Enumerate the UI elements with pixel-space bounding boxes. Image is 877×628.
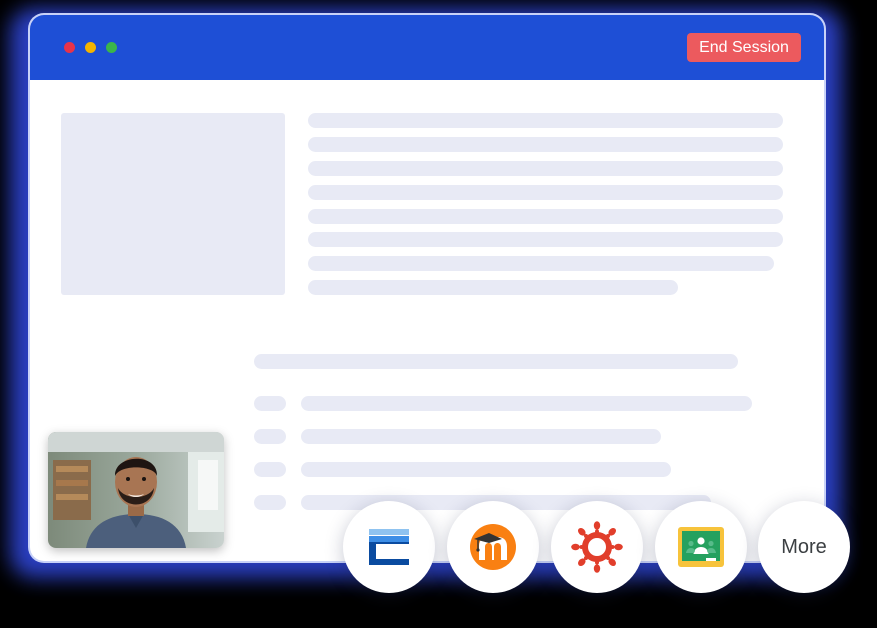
participant-video-tile[interactable] [48, 432, 224, 548]
minimize-dot[interactable] [85, 42, 96, 53]
image-placeholder [61, 113, 285, 295]
text-line-placeholder [308, 185, 783, 200]
close-dot[interactable] [64, 42, 75, 53]
end-session-button[interactable]: End Session [687, 33, 801, 62]
text-line-placeholder [308, 137, 783, 152]
moodle-icon [470, 524, 516, 570]
list-bullet-placeholder [254, 462, 286, 477]
text-line-placeholder [308, 161, 783, 176]
list-bullet-placeholder [254, 495, 286, 510]
canvas-icon [571, 521, 623, 573]
text-line-placeholder [308, 209, 783, 224]
section-heading-placeholder [254, 354, 738, 369]
list-bullet-placeholder [254, 396, 286, 411]
blackboard-integration-button[interactable] [343, 501, 435, 593]
list-line-placeholder [301, 462, 671, 477]
text-line-placeholder [308, 113, 783, 128]
more-integrations-button[interactable]: More [758, 501, 850, 593]
canvas-integration-button[interactable] [551, 501, 643, 593]
google-classroom-icon [678, 527, 724, 567]
title-bar: End Session [30, 15, 824, 80]
user-video-avatar [48, 432, 224, 548]
blackboard-icon [369, 529, 409, 565]
text-line-placeholder [308, 280, 678, 295]
stage: End Session More [0, 0, 877, 628]
zoom-dot[interactable] [106, 42, 117, 53]
list-line-placeholder [301, 429, 661, 444]
moodle-integration-button[interactable] [447, 501, 539, 593]
list-bullet-placeholder [254, 429, 286, 444]
google-classroom-integration-button[interactable] [655, 501, 747, 593]
text-line-placeholder [308, 256, 774, 271]
more-label: More [781, 535, 827, 558]
text-line-placeholder [308, 232, 783, 247]
list-line-placeholder [301, 396, 752, 411]
